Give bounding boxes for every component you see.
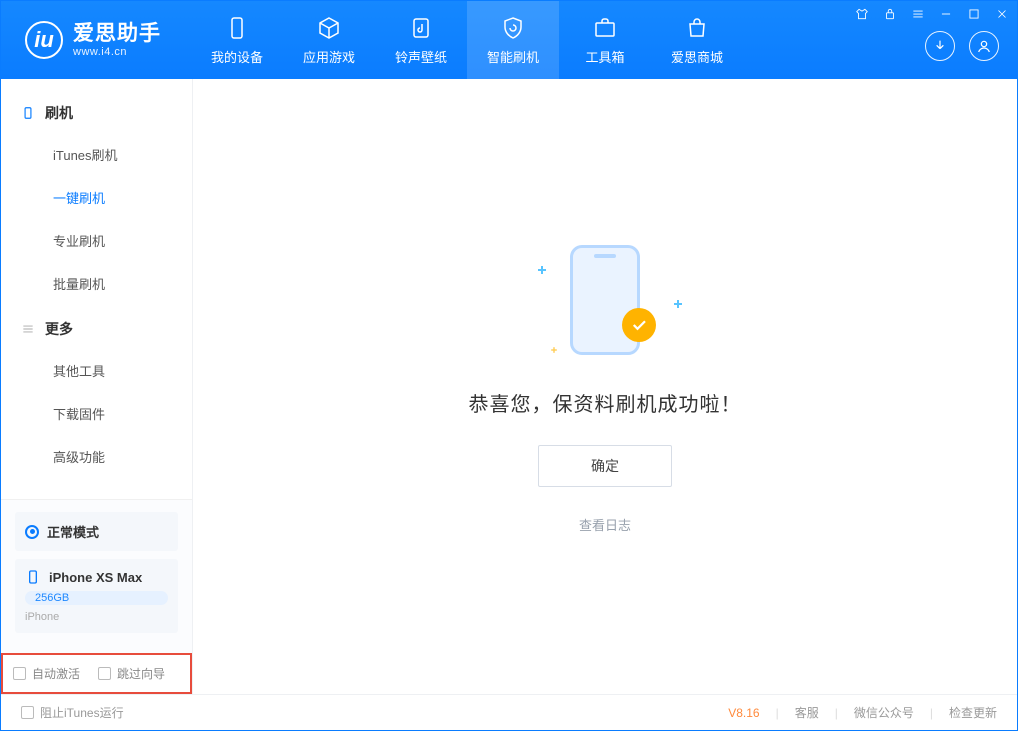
confirm-button[interactable]: 确定	[538, 445, 672, 487]
sidebar-group-label: 刷机	[45, 103, 73, 123]
download-button[interactable]	[925, 31, 955, 61]
app-title: 爱思助手	[73, 22, 161, 45]
account-button[interactable]	[969, 31, 999, 61]
checkbox-icon	[21, 706, 34, 719]
tab-label: 工具箱	[585, 47, 624, 66]
checkbox-icon	[98, 667, 111, 680]
separator: |	[930, 706, 933, 720]
checkbox-skip-guide[interactable]: 跳过向导	[98, 665, 165, 682]
device-icon	[21, 106, 35, 120]
sidebar-group-label: 更多	[45, 319, 73, 339]
lock-icon[interactable]	[881, 5, 899, 23]
window-controls	[853, 5, 1011, 23]
checkbox-label: 跳过向导	[117, 665, 165, 682]
device-type: iPhone	[25, 611, 168, 623]
logo: iu 爱思助手 www.i4.cn	[1, 1, 181, 79]
sidebar-item-oneclick-flash[interactable]: 一键刷机	[1, 176, 192, 219]
tab-label: 我的设备	[211, 47, 263, 66]
checkbox-block-itunes[interactable]: 阻止iTunes运行	[21, 704, 124, 721]
phone-outline-icon	[25, 569, 41, 585]
phone-icon	[224, 15, 250, 41]
checkbox-icon	[13, 667, 26, 680]
wechat-link[interactable]: 微信公众号	[854, 704, 914, 721]
cube-icon	[316, 15, 342, 41]
menu-icon[interactable]	[909, 5, 927, 23]
separator: |	[835, 706, 838, 720]
tab-label: 爱思商城	[671, 47, 723, 66]
shield-refresh-icon	[500, 15, 526, 41]
highlighted-options: 自动激活 跳过向导	[1, 653, 192, 694]
tab-ringtones[interactable]: 铃声壁纸	[375, 1, 467, 79]
shirt-icon[interactable]	[853, 5, 871, 23]
sparkle-icon	[538, 266, 546, 274]
mode-indicator-icon	[25, 525, 39, 539]
music-file-icon	[408, 15, 434, 41]
checkbox-auto-activate[interactable]: 自动激活	[13, 665, 80, 682]
sidebar-item-pro-flash[interactable]: 专业刷机	[1, 219, 192, 262]
tab-label: 智能刷机	[487, 47, 539, 66]
device-name: iPhone XS Max	[49, 570, 142, 585]
sidebar-item-other-tools[interactable]: 其他工具	[1, 349, 192, 392]
header: iu 爱思助手 www.i4.cn 我的设备 应用游戏 铃声壁纸 智能刷机	[1, 1, 1017, 79]
device-storage: 256GB	[25, 591, 168, 605]
tab-store[interactable]: 爱思商城	[651, 1, 743, 79]
success-message: 恭喜您，保资料刷机成功啦！	[469, 388, 742, 417]
sparkle-icon	[551, 347, 557, 353]
list-icon	[21, 322, 35, 336]
tab-label: 铃声壁纸	[395, 47, 447, 66]
device-card[interactable]: iPhone XS Max 256GB iPhone	[15, 559, 178, 633]
footer: 阻止iTunes运行 V8.16 | 客服 | 微信公众号 | 检查更新	[1, 694, 1017, 730]
sidebar-item-download-firmware[interactable]: 下载固件	[1, 392, 192, 435]
sidebar-group-more: 更多	[1, 305, 192, 349]
maximize-button[interactable]	[965, 5, 983, 23]
success-illustration	[520, 240, 690, 360]
device-panel: 正常模式 iPhone XS Max 256GB iPhone	[1, 499, 192, 653]
sidebar-item-batch-flash[interactable]: 批量刷机	[1, 262, 192, 305]
minimize-button[interactable]	[937, 5, 955, 23]
app-window: iu 爱思助手 www.i4.cn 我的设备 应用游戏 铃声壁纸 智能刷机	[0, 0, 1018, 731]
sidebar-item-advanced[interactable]: 高级功能	[1, 435, 192, 478]
close-button[interactable]	[993, 5, 1011, 23]
version-label: V8.16	[728, 706, 759, 720]
view-log-link[interactable]: 查看日志	[579, 515, 631, 534]
app-subtitle: www.i4.cn	[73, 46, 161, 58]
sparkle-icon	[674, 300, 682, 308]
body: 刷机 iTunes刷机 一键刷机 专业刷机 批量刷机 更多 其他工具 下载固件 …	[1, 79, 1017, 694]
tab-smart-flash[interactable]: 智能刷机	[467, 1, 559, 79]
nav-tabs: 我的设备 应用游戏 铃声壁纸 智能刷机 工具箱 爱思商城	[191, 1, 743, 79]
device-mode-card[interactable]: 正常模式	[15, 512, 178, 551]
device-mode-label: 正常模式	[47, 522, 99, 541]
support-link[interactable]: 客服	[795, 704, 819, 721]
checkbox-label: 自动激活	[32, 665, 80, 682]
tab-label: 应用游戏	[303, 47, 355, 66]
briefcase-icon	[592, 15, 618, 41]
separator: |	[776, 706, 779, 720]
tab-my-device[interactable]: 我的设备	[191, 1, 283, 79]
tab-toolbox[interactable]: 工具箱	[559, 1, 651, 79]
sidebar-group-flash: 刷机	[1, 89, 192, 133]
tab-apps[interactable]: 应用游戏	[283, 1, 375, 79]
check-badge-icon	[622, 308, 656, 342]
sidebar-item-itunes-flash[interactable]: iTunes刷机	[1, 133, 192, 176]
main-content: 恭喜您，保资料刷机成功啦！ 确定 查看日志	[193, 79, 1017, 694]
header-actions	[925, 31, 999, 61]
bag-icon	[684, 15, 710, 41]
sidebar: 刷机 iTunes刷机 一键刷机 专业刷机 批量刷机 更多 其他工具 下载固件 …	[1, 79, 193, 694]
checkbox-label: 阻止iTunes运行	[40, 704, 124, 721]
check-update-link[interactable]: 检查更新	[949, 704, 997, 721]
logo-icon: iu	[25, 21, 63, 59]
